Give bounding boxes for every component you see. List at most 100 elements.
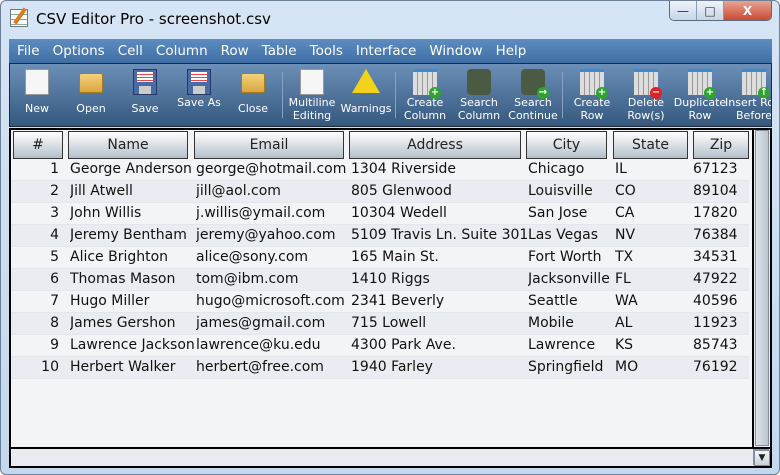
cell-state[interactable]: MO	[615, 359, 694, 375]
table-row[interactable]: 2 Jill Atwell jill@aol.com 805 Glenwood Loui…	[11, 181, 749, 203]
minimize-button[interactable]: —	[670, 1, 697, 20]
cell-email[interactable]: j.willis@ymail.com	[196, 205, 350, 221]
table-row[interactable]: 3 John Willis j.willis@ymail.com 10304 Wede…	[11, 203, 749, 225]
cell-zip[interactable]: 34531	[693, 249, 737, 265]
vertical-scrollbar[interactable]	[752, 130, 770, 466]
create-column-button[interactable]: + Create Column	[398, 64, 452, 126]
cell-zip[interactable]: 11923	[693, 315, 737, 331]
cell-name[interactable]: Lawrence Jackson	[70, 337, 194, 353]
cell-name[interactable]: Hugo Miller	[70, 293, 194, 309]
table-row[interactable]: 10 Herbert Walker herbert@free.com 1940 Far…	[11, 357, 749, 379]
cell-zip[interactable]: 40596	[693, 293, 737, 309]
column-header-zip[interactable]: Zip	[693, 131, 749, 159]
data-grid[interactable]: # Name Email Address City State Zip 1 George An…	[9, 128, 772, 468]
cell-number[interactable]: 3	[11, 205, 59, 221]
table-row[interactable]: 6 Thomas Mason tom@ibm.com 1410 Riggs Jackso…	[11, 269, 749, 291]
cell-state[interactable]: WA	[615, 293, 694, 309]
table-row[interactable]: 4 Jeremy Bentham jeremy@yahoo.com 5109 Trav…	[11, 225, 749, 247]
cell-address[interactable]: 2341 Beverly	[351, 293, 527, 309]
cell-address[interactable]: 1304 Riverside	[351, 161, 527, 177]
cell-email[interactable]: herbert@free.com	[196, 359, 350, 375]
cell-email[interactable]: tom@ibm.com	[196, 271, 350, 287]
menu-row[interactable]: Row	[221, 43, 249, 59]
scroll-down-arrow[interactable]: ▼	[754, 450, 770, 466]
cell-name[interactable]: John Willis	[70, 205, 194, 221]
menu-table[interactable]: Table	[262, 43, 297, 59]
cell-city[interactable]: Las Vegas	[528, 227, 613, 243]
menu-window[interactable]: Window	[429, 43, 482, 59]
cell-name[interactable]: George Anderson	[70, 161, 194, 177]
cell-number[interactable]: 9	[11, 337, 59, 353]
table-row[interactable]: 7 Hugo Miller hugo@microsoft.com 2341 Bever…	[11, 291, 749, 313]
horizontal-scrollbar[interactable]: ▶	[11, 447, 770, 466]
cell-city[interactable]: San Jose	[528, 205, 613, 221]
cell-name[interactable]: Jill Atwell	[70, 183, 194, 199]
cell-state[interactable]: IL	[615, 161, 694, 177]
cell-email[interactable]: jill@aol.com	[196, 183, 350, 199]
menu-cell[interactable]: Cell	[118, 43, 143, 59]
cell-state[interactable]: AL	[615, 315, 694, 331]
column-header-city[interactable]: City	[526, 131, 607, 159]
cell-number[interactable]: 6	[11, 271, 59, 287]
open-button[interactable]: Open	[64, 64, 118, 126]
cell-email[interactable]: james@gmail.com	[196, 315, 350, 331]
save-button[interactable]: Save	[118, 64, 172, 126]
cell-address[interactable]: 1940 Farley	[351, 359, 527, 375]
cell-city[interactable]: Fort Worth	[528, 249, 613, 265]
table-row[interactable]: 8 James Gershon james@gmail.com 715 Lowell M…	[11, 313, 749, 335]
close-button[interactable]: Close	[226, 64, 280, 126]
warnings-button[interactable]: Warnings	[339, 64, 393, 126]
cell-city[interactable]: Seattle	[528, 293, 613, 309]
cell-state[interactable]: CO	[615, 183, 694, 199]
cell-city[interactable]: Mobile	[528, 315, 613, 331]
column-header-address[interactable]: Address	[349, 131, 521, 159]
multiline-editing-button[interactable]: Multiline Editing	[285, 64, 339, 126]
cell-zip[interactable]: 67123	[693, 161, 737, 177]
table-row[interactable]: 1 George Anderson george@hotmail.com 1304 R…	[11, 159, 749, 181]
cell-city[interactable]: Lawrence	[528, 337, 613, 353]
menu-interface[interactable]: Interface	[356, 43, 416, 59]
cell-city[interactable]: Springfield	[528, 359, 613, 375]
delete-row-s-button[interactable]: − Delete Row(s)	[619, 64, 673, 126]
cell-zip[interactable]: 76192	[693, 359, 737, 375]
cell-zip[interactable]: 76384	[693, 227, 737, 243]
column-header-email[interactable]: Email	[194, 131, 344, 159]
cell-address[interactable]: 715 Lowell	[351, 315, 527, 331]
save-as-button[interactable]: Save As	[172, 64, 226, 126]
cell-name[interactable]: Herbert Walker	[70, 359, 194, 375]
cell-number[interactable]: 1	[11, 161, 59, 177]
cell-zip[interactable]: 47922	[693, 271, 737, 287]
cell-email[interactable]: alice@sony.com	[196, 249, 350, 265]
cell-number[interactable]: 8	[11, 315, 59, 331]
vertical-scroll-thumb[interactable]	[755, 130, 769, 446]
close-button[interactable]: X	[724, 1, 771, 20]
table-row[interactable]: 9 Lawrence Jackson lawrence@ku.edu 4300 Par…	[11, 335, 749, 357]
cell-address[interactable]: 4300 Park Ave.	[351, 337, 527, 353]
cell-address[interactable]: 5109 Travis Ln. Suite 301	[351, 227, 527, 243]
new-button[interactable]: New	[10, 64, 64, 126]
menu-tools[interactable]: Tools	[310, 43, 343, 59]
cell-zip[interactable]: 17820	[693, 205, 737, 221]
column-header-name[interactable]: Name	[68, 131, 188, 159]
cell-address[interactable]: 1410 Riggs	[351, 271, 527, 287]
cell-number[interactable]: 7	[11, 293, 59, 309]
cell-number[interactable]: 4	[11, 227, 59, 243]
cell-email[interactable]: hugo@microsoft.com	[196, 293, 350, 309]
cell-state[interactable]: KS	[615, 337, 694, 353]
column-header-state[interactable]: State	[613, 131, 688, 159]
cell-number[interactable]: 10	[11, 359, 59, 375]
cell-state[interactable]: FL	[615, 271, 694, 287]
cell-city[interactable]: Louisville	[528, 183, 613, 199]
cell-name[interactable]: Thomas Mason	[70, 271, 194, 287]
cell-state[interactable]: TX	[615, 249, 694, 265]
menu-help[interactable]: Help	[496, 43, 527, 59]
menu-column[interactable]: Column	[156, 43, 208, 59]
cell-number[interactable]: 5	[11, 249, 59, 265]
cell-name[interactable]: Alice Brighton	[70, 249, 194, 265]
search-continue-button[interactable]: → Search Continue	[506, 64, 560, 126]
cell-address[interactable]: 805 Glenwood	[351, 183, 527, 199]
cell-email[interactable]: lawrence@ku.edu	[196, 337, 350, 353]
column-header-number[interactable]: #	[13, 131, 63, 159]
cell-name[interactable]: James Gershon	[70, 315, 194, 331]
cell-address[interactable]: 165 Main St.	[351, 249, 527, 265]
